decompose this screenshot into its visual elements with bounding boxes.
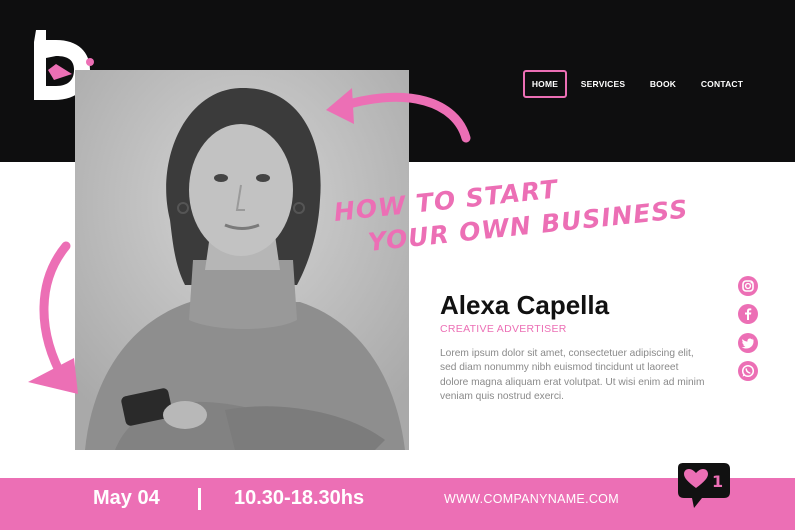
nav-book[interactable]: BOOK xyxy=(646,70,680,98)
website-link[interactable]: WWW.COMPANYNAME.COM xyxy=(444,492,619,506)
twitter-icon[interactable] xyxy=(738,333,758,353)
person-name: Alexa Capella xyxy=(440,290,610,320)
footer-divider xyxy=(198,488,201,510)
brush-arrow-top-icon xyxy=(326,88,471,143)
event-time: 10.30-18.30hs xyxy=(234,487,365,509)
facebook-icon[interactable] xyxy=(738,304,758,324)
nav-services[interactable]: SERVICES xyxy=(580,70,626,98)
like-count: 1 xyxy=(712,472,723,491)
person-role: CREATIVE ADVERTISER xyxy=(440,323,567,335)
nav-contact[interactable]: CONTACT xyxy=(698,70,746,98)
event-date: May 04 xyxy=(93,487,160,509)
nav-home[interactable]: HOME xyxy=(523,70,567,98)
instagram-icon[interactable] xyxy=(738,276,758,296)
like-notification-icon[interactable]: 1 xyxy=(672,462,734,512)
brush-arrow-left-icon xyxy=(28,241,78,394)
person-description: Lorem ipsum dolor sit amet, consectetuer… xyxy=(440,348,705,402)
whatsapp-icon[interactable] xyxy=(738,361,758,381)
